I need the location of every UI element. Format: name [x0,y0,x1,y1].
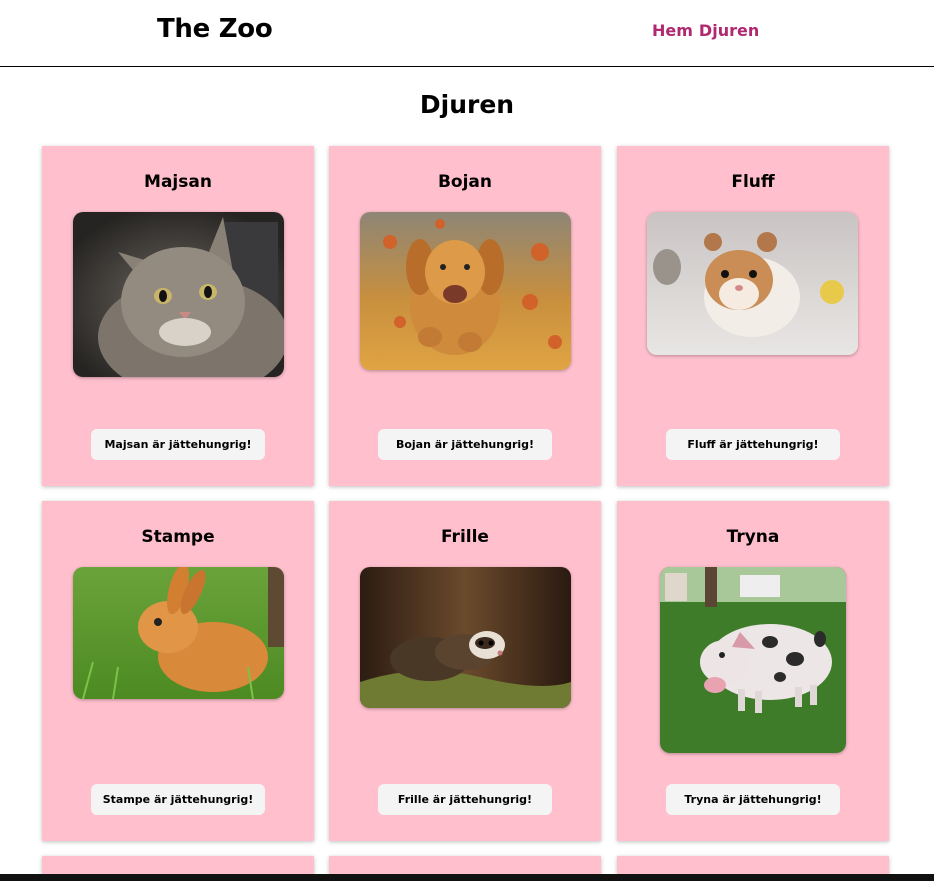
pig-photo [660,567,846,753]
animal-card: Tryna Tryna är jättehungrig! [617,501,889,841]
animal-card [617,856,889,874]
feed-button[interactable]: Tryna är jättehungrig! [666,784,840,815]
nav-link-djuren[interactable]: Djuren [699,21,759,40]
feed-button[interactable]: Fluff är jättehungrig! [666,429,840,460]
animal-card: Stampe Stampe är jättehungrig! [42,501,314,841]
animal-name: Bojan [437,172,493,192]
nav-link-hem[interactable]: Hem [652,21,693,40]
page-heading: Djuren [419,90,515,119]
feed-button[interactable]: Bojan är jättehungrig! [378,429,552,460]
animal-name: Frille [441,527,489,547]
feed-button[interactable]: Stampe är jättehungrig! [91,784,265,815]
feed-button[interactable]: Majsan är jättehungrig! [91,429,265,460]
animal-card [329,856,601,874]
top-bar: The Zoo Hem Djuren [0,0,934,67]
animal-card: Fluff Fluff är jättehungrig! [617,146,889,486]
dog-photo [360,212,571,370]
animal-card [42,856,314,874]
animal-card: Majsan Majsan är jättehungrig! [42,146,314,486]
hamster-photo [647,212,858,355]
animal-card: Bojan Bojan är jättehungrig! [329,146,601,486]
animal-name: Majsan [144,172,212,192]
ferret-photo [360,567,571,708]
animal-name: Tryna [726,527,780,547]
feed-button[interactable]: Frille är jättehungrig! [378,784,552,815]
rabbit-photo [73,567,284,699]
site-title: The Zoo [157,14,273,44]
animal-card: Frille Frille är jättehungrig! [329,501,601,841]
animal-name: Stampe [141,527,215,547]
main-nav: Hem Djuren [652,21,759,40]
animal-name: Fluff [731,172,775,192]
cat-photo [73,212,284,377]
window-bottom-edge [0,874,934,881]
